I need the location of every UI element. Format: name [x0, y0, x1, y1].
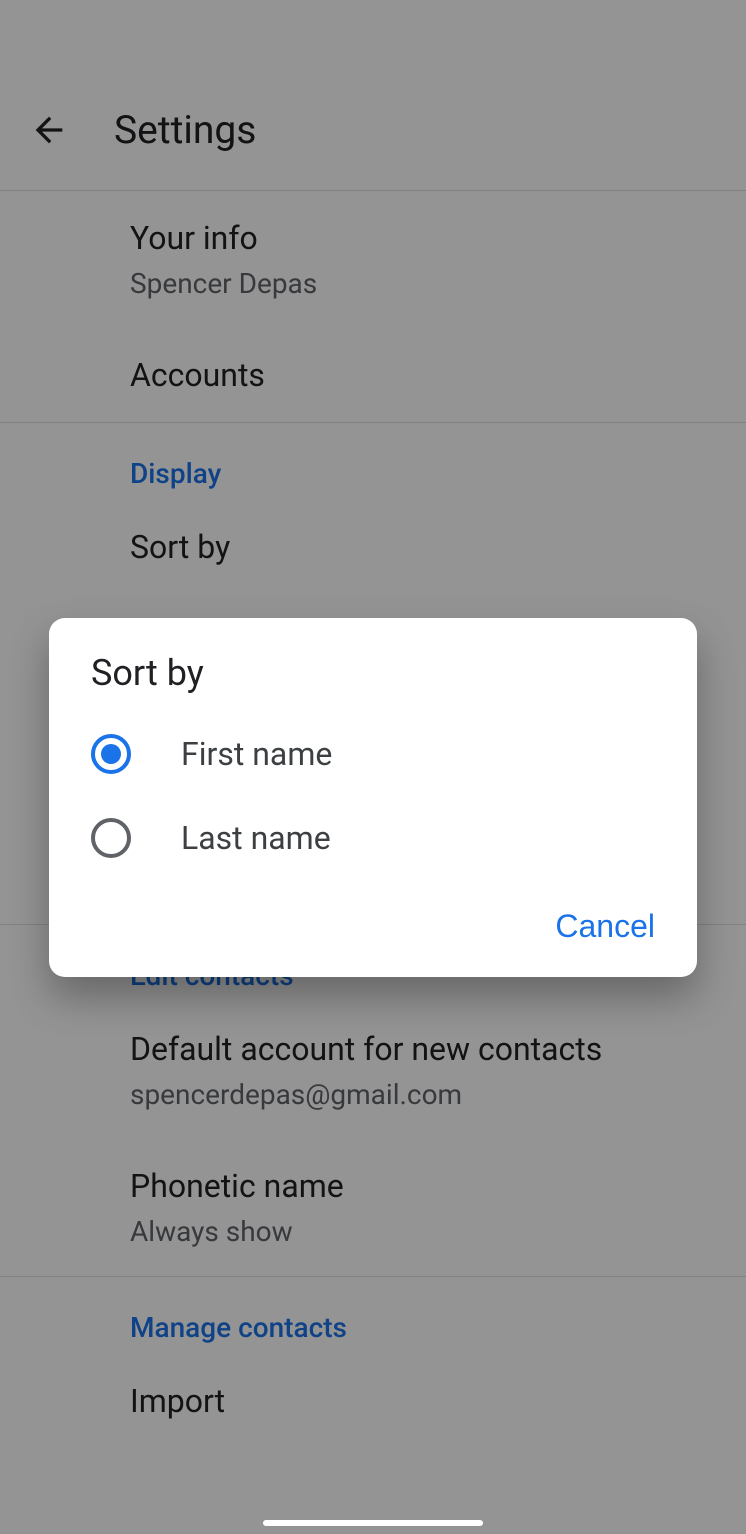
radio-label: First name: [181, 735, 332, 773]
sort-by-dialog: Sort by First name Last name Cancel: [49, 618, 697, 977]
radio-label: Last name: [181, 819, 331, 857]
dialog-title: Sort by: [49, 618, 697, 712]
radio-unselected-icon: [91, 818, 131, 858]
cancel-button[interactable]: Cancel: [543, 898, 667, 955]
radio-selected-icon: [91, 734, 131, 774]
radio-option-first-name[interactable]: First name: [49, 712, 697, 796]
radio-option-last-name[interactable]: Last name: [49, 796, 697, 880]
home-indicator[interactable]: [263, 1520, 483, 1526]
